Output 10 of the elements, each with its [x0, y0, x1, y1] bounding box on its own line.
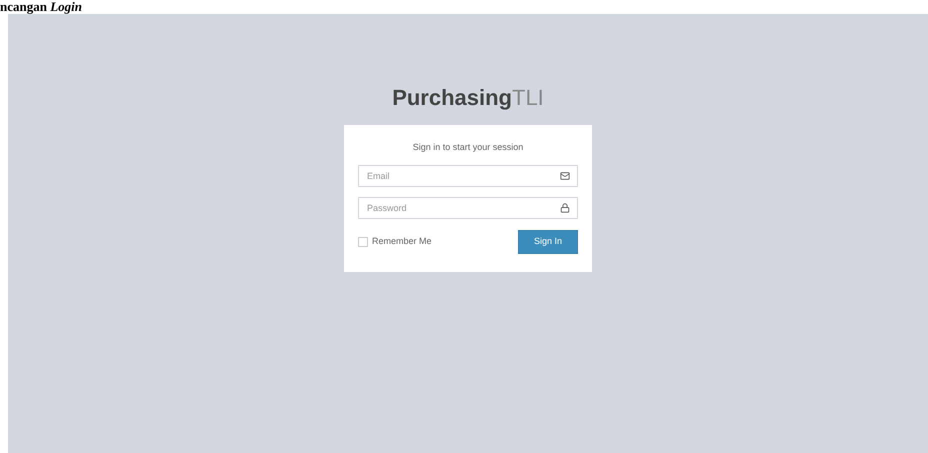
- email-field[interactable]: Email: [358, 164, 578, 186]
- login-message: Sign in to start your session: [412, 141, 524, 154]
- sign-in-button[interactable]: Sign In: [518, 230, 578, 254]
- app-logo: PurchasingTLI: [392, 85, 544, 111]
- password-field[interactable]: Password: [358, 196, 578, 218]
- document-caption: ncangan Login: [0, 0, 82, 14]
- remember-label: Remember Me: [372, 234, 432, 248]
- remember-checkbox[interactable]: [358, 236, 368, 246]
- envelope-icon: [560, 170, 570, 180]
- lock-icon: [560, 202, 570, 212]
